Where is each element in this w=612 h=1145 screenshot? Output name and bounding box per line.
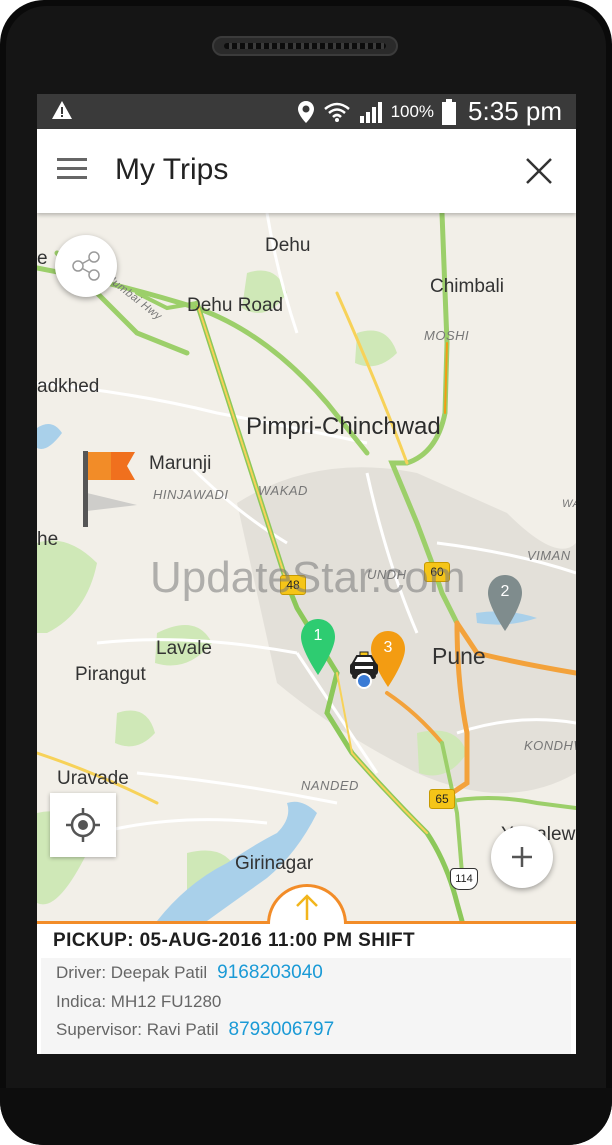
map-label-dehu: Dehu xyxy=(265,235,311,256)
map-label-pimpri-chinchwad: Pimpri-Chinchwad xyxy=(246,413,441,440)
map-label-wakad: WAKAD xyxy=(258,483,308,498)
map-label-pune: Pune xyxy=(432,643,486,669)
map-label-girinagar: Girinagar xyxy=(235,853,314,874)
road-shield-65: 65 xyxy=(429,789,455,809)
driver-row: Driver: Deepak Patil 9168203040 xyxy=(56,962,323,984)
close-icon[interactable] xyxy=(523,155,555,187)
clock: 5:35 pm xyxy=(468,96,562,126)
pickup-info: PICKUP: 05-AUG-2016 11:00 PM SHIFT xyxy=(53,930,416,951)
menu-icon[interactable] xyxy=(57,158,87,180)
flag-icon xyxy=(83,451,137,527)
trip-marker-1-label: 1 xyxy=(313,627,323,644)
plus-icon xyxy=(512,847,532,867)
map-label-lavale: Lavale xyxy=(156,638,212,659)
map-view[interactable]: e Dehu Chimbali Dehu Road MOSHI adkhed P… xyxy=(37,213,576,921)
driver-label: Driver: Deepak Patil xyxy=(56,963,208,982)
map-label-viman: VIMAN xyxy=(527,548,571,563)
road-shield-114: 114 xyxy=(450,868,478,890)
wifi-icon xyxy=(323,102,350,122)
supervisor-phone-link[interactable]: 8793006797 xyxy=(229,1019,335,1040)
map-label-marunji: Marunji xyxy=(149,453,212,474)
my-location-icon xyxy=(66,808,100,842)
arrow-up-icon xyxy=(296,894,318,920)
map-label-kondhwa: KONDHWA xyxy=(524,738,576,753)
share-icon xyxy=(72,251,100,281)
signal-icon xyxy=(359,101,382,123)
map-label-dehu-road: Dehu Road xyxy=(187,295,284,316)
taxi-icon[interactable] xyxy=(348,651,380,689)
map-label-e: e xyxy=(37,248,48,269)
vehicle-info: Indica: MH12 FU1280 xyxy=(56,992,222,1011)
map-label-nanded: NANDED xyxy=(301,778,359,793)
map-label-adkhed: adkhed xyxy=(37,376,100,397)
phone-chin xyxy=(0,1088,612,1145)
map-label-wakad-partial: WAK xyxy=(562,498,576,510)
map-label-moshi: MOSHI xyxy=(424,328,470,343)
warning-icon xyxy=(52,101,72,119)
app-bar: My Trips xyxy=(37,129,576,213)
map-label-he: he xyxy=(37,529,59,550)
map-label-chimbali: Chimbali xyxy=(430,276,504,297)
my-location-button[interactable] xyxy=(50,793,116,857)
app-screen: 100% 5:35 pm My Trips e Dehu Chimbali De… xyxy=(37,94,576,1054)
share-button[interactable] xyxy=(55,235,117,297)
trip-marker-1[interactable]: 1 xyxy=(300,618,336,681)
watermark: UpdateStar.com xyxy=(150,553,466,602)
trip-marker-2[interactable]: 2 xyxy=(487,574,523,637)
trip-marker-2-label: 2 xyxy=(500,583,510,600)
battery-icon xyxy=(442,98,457,125)
zoom-in-button[interactable] xyxy=(491,826,553,888)
map-label-pirangut: Pirangut xyxy=(75,664,146,685)
supervisor-row: Supervisor: Ravi Patil 8793006797 xyxy=(56,1019,334,1041)
trip-details-sheet: PICKUP: 05-AUG-2016 11:00 PM SHIFT Drive… xyxy=(37,921,576,1054)
location-icon xyxy=(297,100,314,123)
trip-info-card: Driver: Deepak Patil 9168203040 Indica: M… xyxy=(41,958,571,1054)
supervisor-label: Supervisor: Ravi Patil xyxy=(56,1020,219,1039)
status-bar: 100% 5:35 pm xyxy=(37,94,576,129)
phone-speaker xyxy=(212,36,398,56)
battery-percent: 100% xyxy=(390,101,435,121)
driver-phone-link[interactable]: 9168203040 xyxy=(217,962,323,983)
phone-frame: 100% 5:35 pm My Trips e Dehu Chimbali De… xyxy=(0,0,612,1145)
map-label-uravade: Uravade xyxy=(57,768,129,789)
map-label-hinjawadi: HINJAWADI xyxy=(153,487,229,502)
page-title: My Trips xyxy=(115,153,229,186)
